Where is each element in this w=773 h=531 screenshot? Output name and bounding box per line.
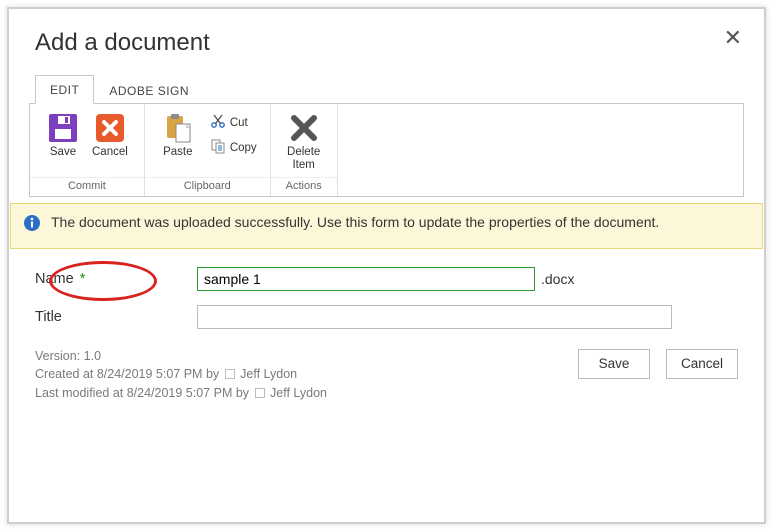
paste-icon	[162, 112, 194, 144]
ribbon-cut-button[interactable]: Cut	[207, 112, 260, 133]
row-name: Name * .docx	[35, 267, 738, 291]
ribbon-group-clipboard-label: Clipboard	[145, 177, 270, 196]
meta-created-prefix: Created at 8/24/2019 5:07 PM by	[35, 367, 219, 381]
save-button[interactable]: Save	[578, 349, 650, 379]
copy-icon	[210, 138, 226, 157]
dialog-title: Add a document	[35, 29, 764, 57]
tab-adobe-sign[interactable]: ADOBE SIGN	[94, 76, 204, 104]
title-label: Title	[35, 309, 62, 325]
meta-modified-prefix: Last modified at 8/24/2019 5:07 PM by	[35, 386, 249, 400]
tabs: EDIT ADOBE SIGN	[35, 75, 764, 104]
info-bar: The document was uploaded successfully. …	[10, 203, 763, 248]
ribbon-save-button[interactable]: Save	[40, 110, 86, 161]
cut-icon	[210, 113, 226, 132]
tab-edit[interactable]: EDIT	[35, 75, 94, 104]
save-icon	[47, 112, 79, 144]
ribbon-paste-button[interactable]: Paste	[155, 110, 201, 161]
ribbon-cancel-button[interactable]: Cancel	[86, 110, 134, 161]
meta-modified-user: Jeff Lydon	[270, 386, 327, 400]
ribbon-cancel-label: Cancel	[92, 146, 128, 159]
form: Name * .docx Title	[35, 267, 738, 329]
row-title: Title	[35, 305, 738, 329]
presence-icon	[225, 369, 235, 379]
name-input[interactable]	[197, 267, 535, 291]
ribbon-group-clipboard: Paste Cut	[145, 104, 271, 196]
cancel-button[interactable]: Cancel	[666, 349, 738, 379]
meta-version: Version: 1.0	[35, 347, 327, 366]
info-icon	[23, 214, 41, 237]
ribbon-cut-label: Cut	[230, 117, 248, 129]
ribbon-group-commit: Save Cancel Commit	[30, 104, 145, 196]
close-icon[interactable]: ✕	[724, 27, 742, 49]
delete-icon	[288, 112, 320, 144]
presence-icon	[255, 388, 265, 398]
ribbon-delete-label: DeleteItem	[287, 146, 320, 171]
ribbon-copy-button[interactable]: Copy	[207, 137, 260, 158]
cancel-icon	[94, 112, 126, 144]
dialog-frame: ✕ Add a document EDIT ADOBE SIGN	[7, 7, 766, 524]
title-input[interactable]	[197, 305, 672, 329]
ribbon-group-commit-label: Commit	[30, 177, 144, 196]
meta-info: Version: 1.0 Created at 8/24/2019 5:07 P…	[35, 347, 327, 403]
name-label: Name	[35, 271, 74, 287]
file-extension: .docx	[541, 271, 574, 287]
info-message: The document was uploaded successfully. …	[51, 212, 659, 237]
ribbon: Save Cancel Commit	[29, 103, 744, 197]
ribbon-group-actions: DeleteItem Actions	[271, 104, 338, 196]
required-mark: *	[80, 271, 86, 287]
ribbon-delete-button[interactable]: DeleteItem	[281, 110, 327, 173]
ribbon-copy-label: Copy	[230, 142, 257, 154]
ribbon-save-label: Save	[50, 146, 76, 159]
ribbon-paste-label: Paste	[163, 146, 192, 159]
footer: Version: 1.0 Created at 8/24/2019 5:07 P…	[35, 347, 738, 403]
ribbon-group-actions-label: Actions	[271, 177, 337, 196]
meta-created-user: Jeff Lydon	[240, 367, 297, 381]
